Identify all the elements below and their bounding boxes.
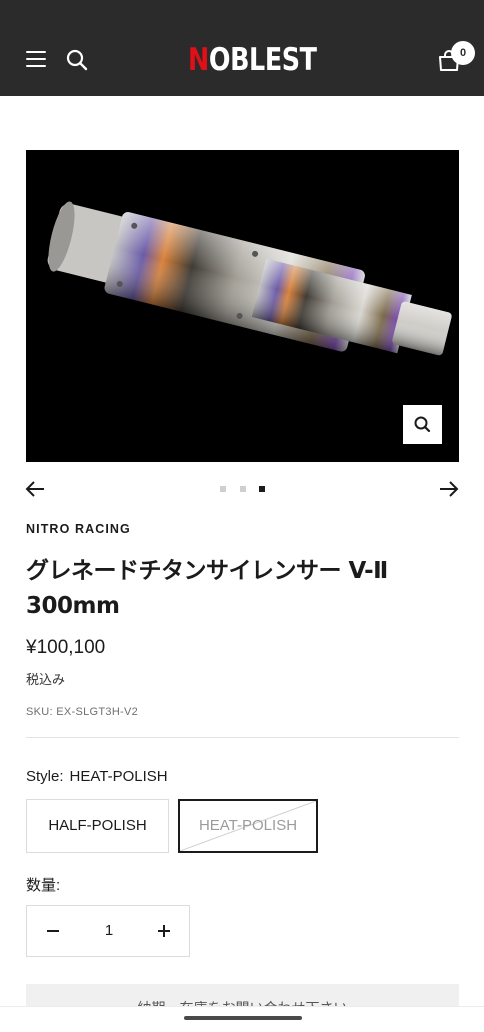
quantity-increase-button[interactable] <box>139 906 189 956</box>
tax-note: 税込み <box>26 672 66 687</box>
search-icon[interactable] <box>66 49 88 71</box>
home-indicator[interactable] <box>184 1016 302 1020</box>
variant-label-text: Style: <box>26 768 64 785</box>
silencer-illustration <box>47 201 452 356</box>
minus-icon <box>47 930 59 932</box>
cart-count-badge: 0 <box>451 41 475 65</box>
site-logo[interactable]: NOBLEST <box>188 42 317 78</box>
variant-option-label: HEAT-POLISH <box>198 817 298 834</box>
slide-indicator <box>216 484 272 494</box>
product-sku: SKU: EX-SLGT3H-V2 <box>26 706 139 718</box>
arrow-left-icon[interactable] <box>24 478 46 500</box>
product-price: ¥100,100 <box>26 637 106 658</box>
site-header: NOBLEST 0 <box>0 0 484 96</box>
slide-dot[interactable] <box>220 486 226 492</box>
variant-option-heat-polish[interactable]: HEAT-POLISH <box>178 799 318 853</box>
magnifier-zoom-icon <box>414 416 431 433</box>
zoom-button[interactable] <box>403 405 442 444</box>
quantity-decrease-button[interactable] <box>27 906 79 956</box>
variant-selected-value: HEAT-POLISH <box>69 768 168 785</box>
slide-dot-active[interactable] <box>259 486 265 492</box>
quantity-label: 数量: <box>26 877 61 894</box>
quantity-stepper: 1 <box>26 905 190 957</box>
product-vendor[interactable]: NITRO RACING <box>26 522 131 536</box>
divider <box>26 737 459 738</box>
arrow-right-icon[interactable] <box>438 478 460 500</box>
variant-label: Style: HEAT-POLISH <box>26 768 168 785</box>
variant-option-half-polish[interactable]: HALF-POLISH <box>26 799 169 853</box>
hamburger-menu-icon[interactable] <box>26 51 46 67</box>
slide-dot[interactable] <box>240 486 246 492</box>
product-title: グレネードチタンサイレンサー V-Ⅱ 300mm <box>26 558 388 619</box>
variant-option-label: HALF-POLISH <box>48 817 147 834</box>
quantity-input[interactable]: 1 <box>79 906 139 956</box>
product-image[interactable] <box>26 150 459 462</box>
